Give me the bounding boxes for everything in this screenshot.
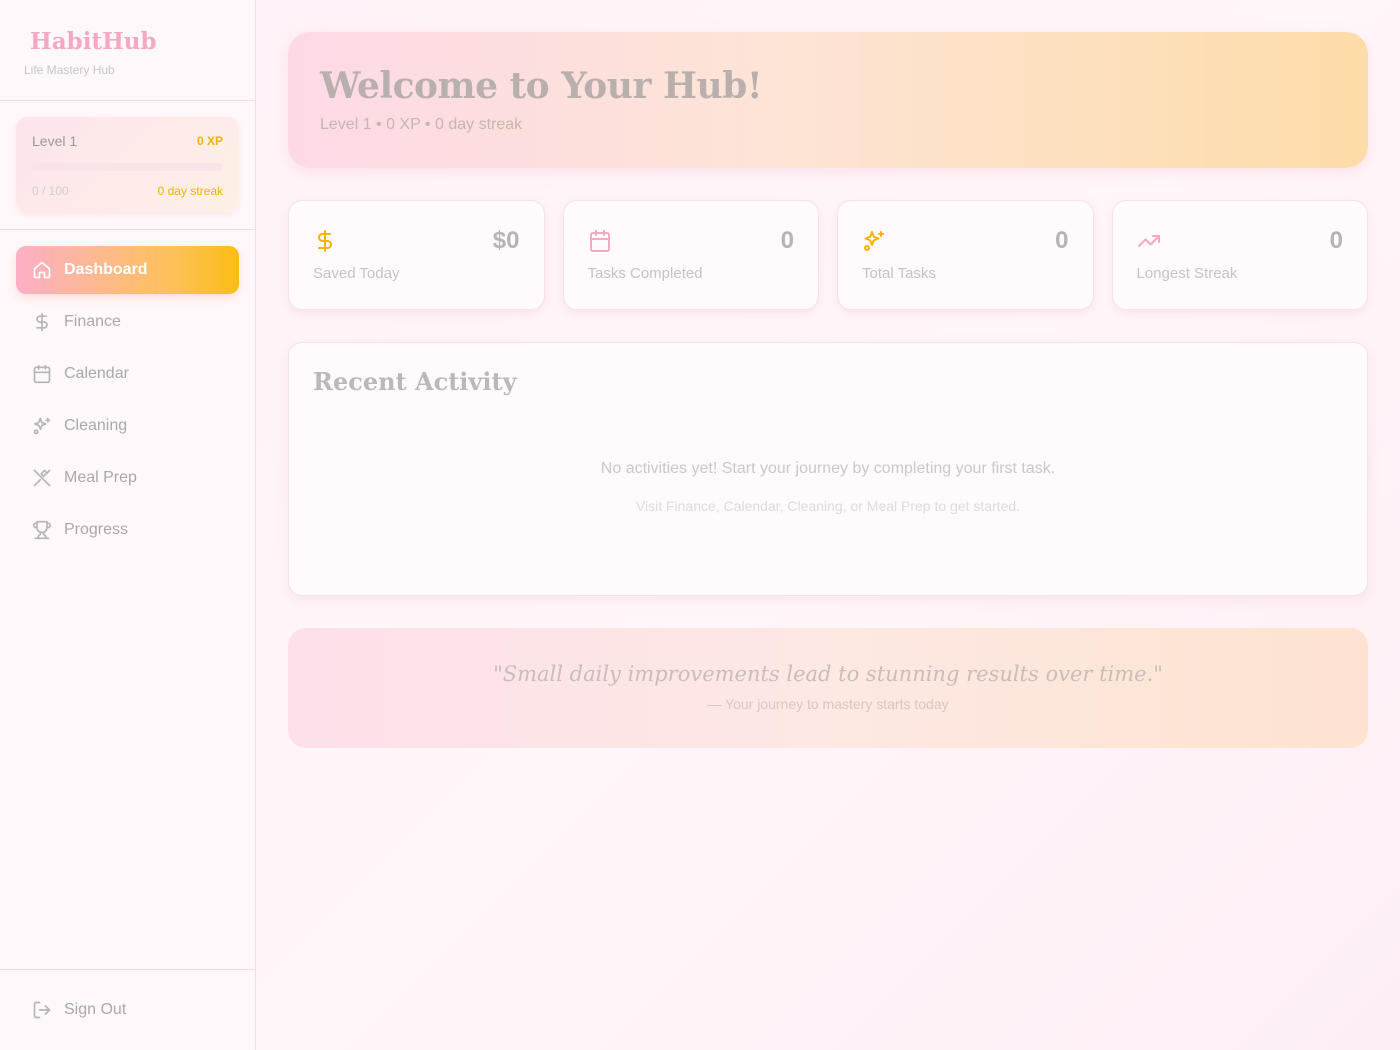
app-title: HabitHub xyxy=(30,28,157,55)
sidebar-item-label: Finance xyxy=(64,313,121,330)
quote-text: "Small daily improvements lead to stunni… xyxy=(493,662,1163,686)
welcome-banner: Welcome to Your Hub! Level 1 • 0 XP • 0 … xyxy=(288,32,1368,168)
sidebar-nav: Dashboard Finance Calendar Cleaning Meal… xyxy=(0,230,255,574)
level-progress-bar xyxy=(32,163,223,171)
sidebar-item-label: Dashboard xyxy=(64,261,148,278)
level-streak: 0 day streak xyxy=(157,184,223,198)
sidebar-item-cleaning[interactable]: Cleaning xyxy=(16,402,239,450)
welcome-subtitle: Level 1 • 0 XP • 0 day streak xyxy=(320,116,523,133)
sign-out-label: Sign Out xyxy=(64,1001,127,1018)
quote-attribution: — Your journey to mastery starts today xyxy=(707,696,949,712)
dollar-icon xyxy=(318,230,332,252)
stat-value: 0 xyxy=(1329,227,1343,254)
sidebar-item-dashboard[interactable]: Dashboard xyxy=(16,246,239,294)
quote-banner: "Small daily improvements lead to stunni… xyxy=(288,628,1368,748)
stat-card-saved-today: $0 Saved Today xyxy=(288,200,545,310)
brand-title-row: HabitHub xyxy=(24,28,231,55)
utensils-icon xyxy=(33,469,51,487)
sparkles-icon xyxy=(33,417,51,435)
level-progress-text: 0 / 100 xyxy=(32,184,69,198)
sidebar-item-label: Calendar xyxy=(64,365,129,382)
logout-icon xyxy=(33,1001,51,1019)
recent-activity-title: Recent Activity xyxy=(313,367,517,396)
sidebar-item-progress[interactable]: Progress xyxy=(16,506,239,554)
stat-card-total-tasks: 0 Total Tasks xyxy=(837,200,1094,310)
stat-label: Saved Today xyxy=(313,265,400,282)
trophy-icon xyxy=(32,520,52,540)
stat-card-longest-streak: 0 Longest Streak xyxy=(1111,200,1368,310)
sign-out-button[interactable]: Sign Out xyxy=(16,986,239,1034)
stat-label: Longest Streak xyxy=(1136,265,1238,282)
level-label: Level 1 xyxy=(32,133,78,149)
stat-card-tasks-completed: 0 Tasks Completed xyxy=(562,200,819,310)
empty-state-hint: Visit Finance, Calendar, Cleaning, or Me… xyxy=(635,498,1021,514)
home-icon xyxy=(33,261,51,279)
page-title: Welcome to Your Hub! xyxy=(320,65,763,107)
stat-label: Total Tasks xyxy=(862,265,936,282)
stat-label: Tasks Completed xyxy=(587,265,703,282)
recent-activity-card: Recent Activity No activities yet! Start… xyxy=(288,342,1368,596)
sidebar-item-label: Progress xyxy=(64,521,129,538)
stats-row: $0 Saved Today 0 Tasks Completed 0 Total… xyxy=(288,200,1368,310)
sidebar: HabitHub Life Mastery Hub Level 1 0 XP 0… xyxy=(0,0,256,1050)
stat-value: 0 xyxy=(780,227,794,254)
calendar-icon xyxy=(33,364,51,384)
trending-up-icon xyxy=(1137,235,1160,247)
calendar-icon xyxy=(589,230,610,252)
level-section: Level 1 0 XP 0 / 100 0 day streak xyxy=(0,101,255,230)
sidebar-item-label: Meal Prep xyxy=(64,469,137,486)
brand: HabitHub Life Mastery Hub xyxy=(0,0,255,101)
level-xp: 0 XP xyxy=(196,134,223,148)
sidebar-item-calendar[interactable]: Calendar xyxy=(16,350,239,398)
stat-value: 0 xyxy=(1055,227,1069,254)
sidebar-item-label: Cleaning xyxy=(64,417,128,434)
sidebar-item-finance[interactable]: Finance xyxy=(16,298,239,346)
sidebar-item-meal-prep[interactable]: Meal Prep xyxy=(16,454,239,502)
stat-value: $0 xyxy=(492,227,520,254)
signout-section: Sign Out xyxy=(0,969,255,1050)
dollar-icon xyxy=(36,312,48,332)
empty-state-message: No activities yet! Start your journey by… xyxy=(600,460,1056,477)
level-card: Level 1 0 XP 0 / 100 0 day streak xyxy=(16,117,239,213)
sparkles-icon xyxy=(864,231,884,251)
app-subtitle: Life Mastery Hub xyxy=(24,63,115,77)
